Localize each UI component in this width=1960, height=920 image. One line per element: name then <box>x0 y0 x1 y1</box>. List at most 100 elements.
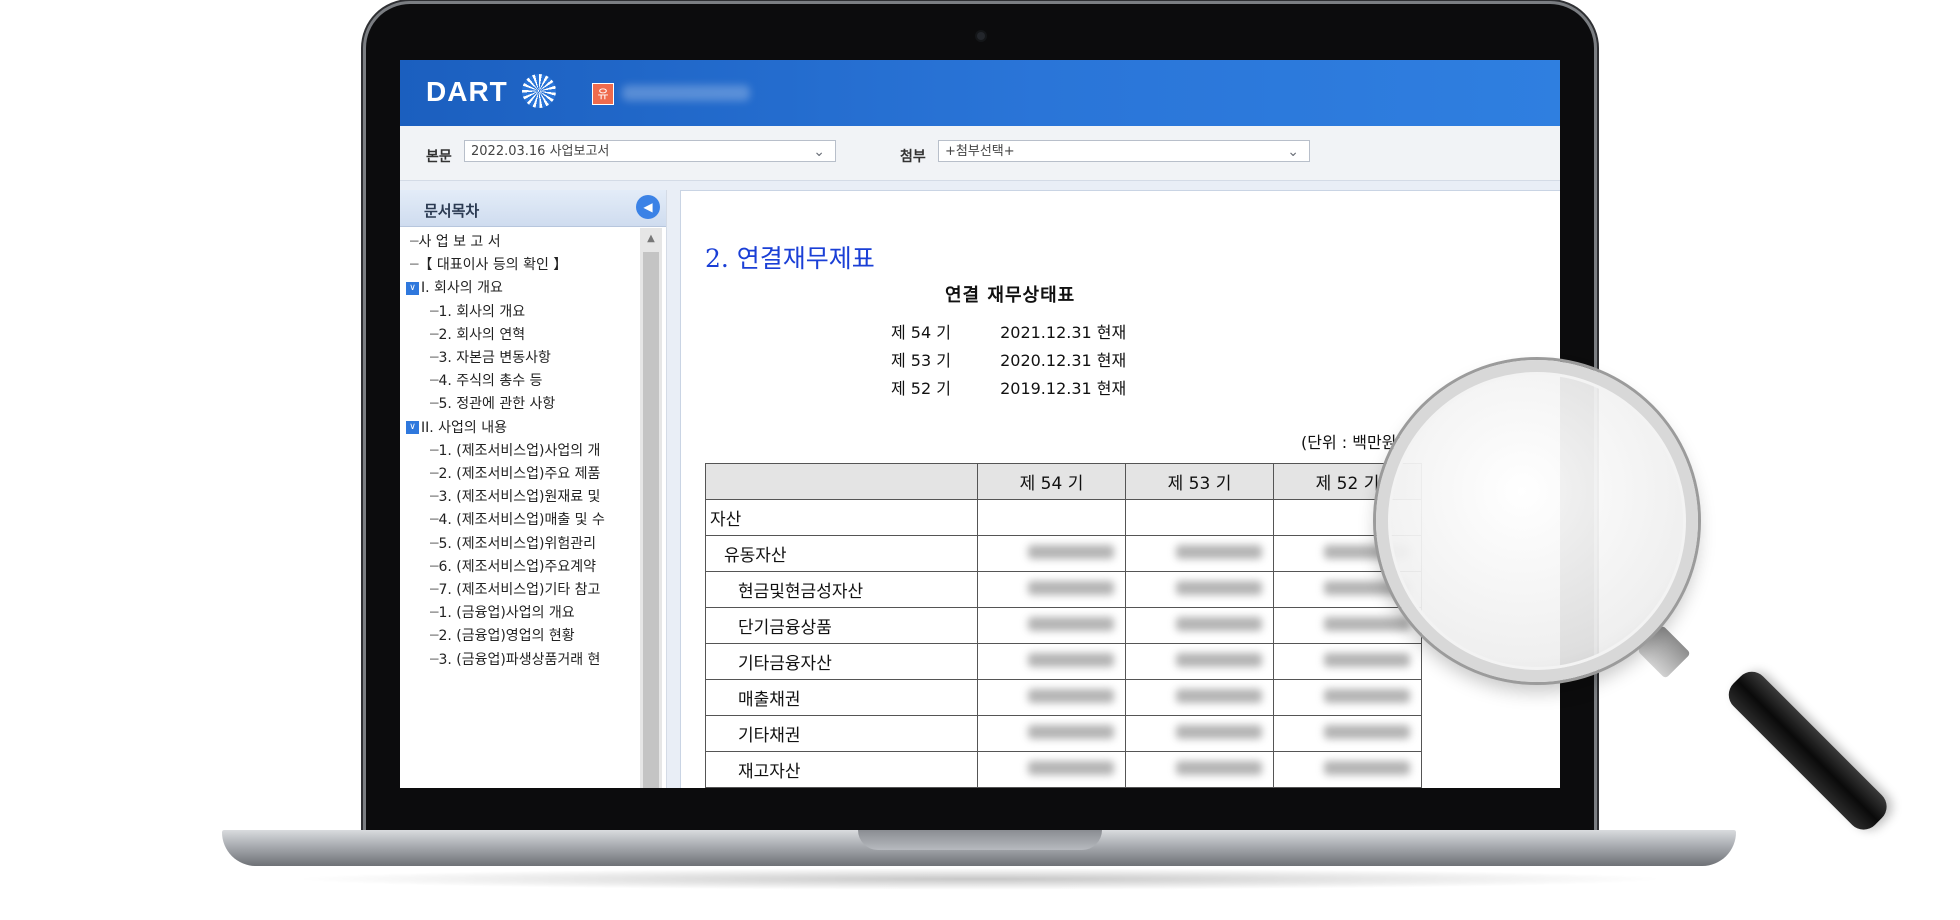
amount-cell <box>1273 679 1422 716</box>
table-row: 유동자산 <box>705 535 1422 572</box>
blurred-amount <box>1028 616 1114 631</box>
amount-cell <box>1125 607 1274 644</box>
toc-item-label: 2. (금융업)영업의 현황 <box>438 628 575 645</box>
toc-item-label: 7. (제조서비스업)기타 참고 <box>438 582 601 598</box>
table-row: 재고자산 <box>705 751 1422 788</box>
blurred-amount <box>1176 616 1262 631</box>
expand-icon[interactable]: ∨ <box>406 421 419 435</box>
period-term: 제 53 기 <box>891 351 951 370</box>
blurred-amount <box>1176 652 1262 667</box>
section-title: 2. 연결재무제표 <box>705 244 875 273</box>
period-date: 2019.12.31 현재 <box>1000 379 1127 398</box>
toc-item-label: I. 회사의 개요 <box>421 280 503 297</box>
company-type-badge: 유 <box>592 83 614 105</box>
amount-cell <box>1125 571 1274 608</box>
screen: DART 유 본문 2022.03.16 사업보고서 ⌄ 첨부 +첨부선택+ ⌄… <box>400 60 1560 788</box>
account-name-cell: 매출채권 <box>705 679 978 716</box>
table-row: 매출채권 <box>705 679 1422 716</box>
toc-item-label: 6. (제조서비스업)주요계약 <box>438 558 596 575</box>
amount-cell <box>1273 751 1422 788</box>
blurred-amount <box>1324 652 1410 667</box>
magnifying-glass-icon <box>1376 360 1698 682</box>
toc-title: 문서목차 <box>424 202 480 220</box>
amount-cell <box>1125 679 1274 716</box>
amount-cell <box>977 535 1126 572</box>
toc-item-label: 사 업 보 고 서 <box>418 234 501 250</box>
blurred-amount <box>1176 760 1262 775</box>
amount-cell <box>1125 535 1274 572</box>
table-row: 기타금융자산 <box>705 643 1422 680</box>
attach-label: 첨부 <box>900 149 926 165</box>
amount-cell <box>977 499 1126 536</box>
dart-logo[interactable]: DART <box>426 76 508 108</box>
toc-item-label: 1. (제조서비스업)사업의 개 <box>438 442 601 459</box>
attach-select[interactable]: +첨부선택+ ⌄ <box>938 140 1310 162</box>
chevron-left-icon[interactable]: ◀ <box>636 195 660 219</box>
toc-item-label: 【 대표이사 등의 확인 】 <box>418 257 568 274</box>
main-doc-label: 본문 <box>426 149 452 165</box>
account-name-cell: 재고자산 <box>705 751 978 788</box>
top-bar: DART 유 <box>400 60 1560 126</box>
period-term: 제 52 기 <box>891 379 951 398</box>
blurred-amount <box>1028 724 1114 739</box>
amount-cell <box>1125 715 1274 752</box>
chevron-down-icon: ⌄ <box>1287 144 1299 160</box>
toc-item-label: 3. (제조서비스업)원재료 및 <box>438 489 601 506</box>
blurred-amount <box>1324 724 1410 739</box>
blurred-amount <box>1028 652 1114 667</box>
period-row: 제 54 기 2021.12.31 현재 <box>891 319 1126 343</box>
blurred-amount <box>1324 688 1410 703</box>
toc-item-label: 5. (제조서비스업)위험관리 <box>438 535 596 552</box>
table-row: 현금및현금성자산 <box>705 571 1422 608</box>
amount-cell <box>977 679 1126 716</box>
main-doc-select[interactable]: 2022.03.16 사업보고서 ⌄ <box>464 140 836 162</box>
amount-cell <box>1125 499 1274 536</box>
account-name-cell: 유동자산 <box>705 535 978 572</box>
laptop-shadow <box>290 868 1670 890</box>
toc-list: ─사 업 보 고 서 ─【 대표이사 등의 확인 】 ∨ I. 회사의 개요 ─1. 회… <box>400 228 640 788</box>
toc-item-label: 3. (금융업)파생상품거래 현 <box>438 651 601 668</box>
toc-sidebar: 문서목차 ◀ ─사 업 보 고 서 ─【 대표이사 등의 확인 】 ∨ I. 회사의 … <box>400 190 667 788</box>
toc-header: 문서목차 ◀ <box>400 190 666 227</box>
document-select-bar: 본문 2022.03.16 사업보고서 ⌄ 첨부 +첨부선택+ ⌄ <box>400 126 1560 181</box>
expand-icon[interactable]: ∨ <box>406 281 419 295</box>
toc-item-label: 4. 주식의 총수 등 <box>438 373 543 390</box>
table-header-row: 제 54 기 제 53 기 제 52 기 <box>705 463 1422 500</box>
table-header-cell <box>705 463 978 500</box>
toc-item-label: 2. 회사의 연혁 <box>438 326 526 343</box>
table-row: 기타채권 <box>705 715 1422 752</box>
amount-cell <box>977 715 1126 752</box>
amount-cell <box>1273 715 1422 752</box>
period-row: 제 53 기 2020.12.31 현재 <box>891 347 1126 371</box>
magnifier-handle <box>1722 665 1894 837</box>
blurred-amount <box>1028 760 1114 775</box>
toc-scrollbar-thumb[interactable] <box>643 252 659 788</box>
amount-cell <box>977 571 1126 608</box>
blurred-amount <box>1028 544 1114 559</box>
amount-cell <box>977 643 1126 680</box>
scroll-up-icon[interactable]: ▲ <box>643 230 659 248</box>
balance-sheet-table: 제 54 기 제 53 기 제 52 기 자산 유동자산 현금및현금성자산 단기금융상… <box>705 463 1422 788</box>
statement-title: 연결 재무상태표 <box>945 285 1076 306</box>
blurred-amount <box>1028 580 1114 595</box>
period-term: 제 54 기 <box>891 323 951 342</box>
account-name-cell: 단기금융상품 <box>705 607 978 644</box>
blurred-amount <box>1176 724 1262 739</box>
amount-cell <box>977 607 1126 644</box>
period-date: 2021.12.31 현재 <box>1000 323 1127 342</box>
toc-item-label: 4. (제조서비스업)매출 및 수 <box>438 512 605 529</box>
blurred-amount <box>1324 616 1410 631</box>
toc-item-label: II. 사업의 내용 <box>421 419 508 436</box>
period-date: 2020.12.31 현재 <box>1000 351 1127 370</box>
table-row: 자산 <box>705 499 1422 536</box>
account-name-cell: 기타채권 <box>705 715 978 752</box>
main-doc-select-value: 2022.03.16 사업보고서 <box>471 144 610 159</box>
toc-item[interactable]: ─3. (금융업)파생상품거래 현 <box>430 646 640 675</box>
blurred-amount <box>1028 688 1114 703</box>
period-row: 제 52 기 2019.12.31 현재 <box>891 375 1126 399</box>
amount-cell <box>1273 643 1422 680</box>
toc-item-label: 2. (제조서비스업)주요 제품 <box>438 466 601 482</box>
blurred-amount <box>1324 760 1410 775</box>
attach-select-value: +첨부선택+ <box>945 144 1015 159</box>
toc-item-label: 5. 정관에 관한 사항 <box>438 396 556 413</box>
